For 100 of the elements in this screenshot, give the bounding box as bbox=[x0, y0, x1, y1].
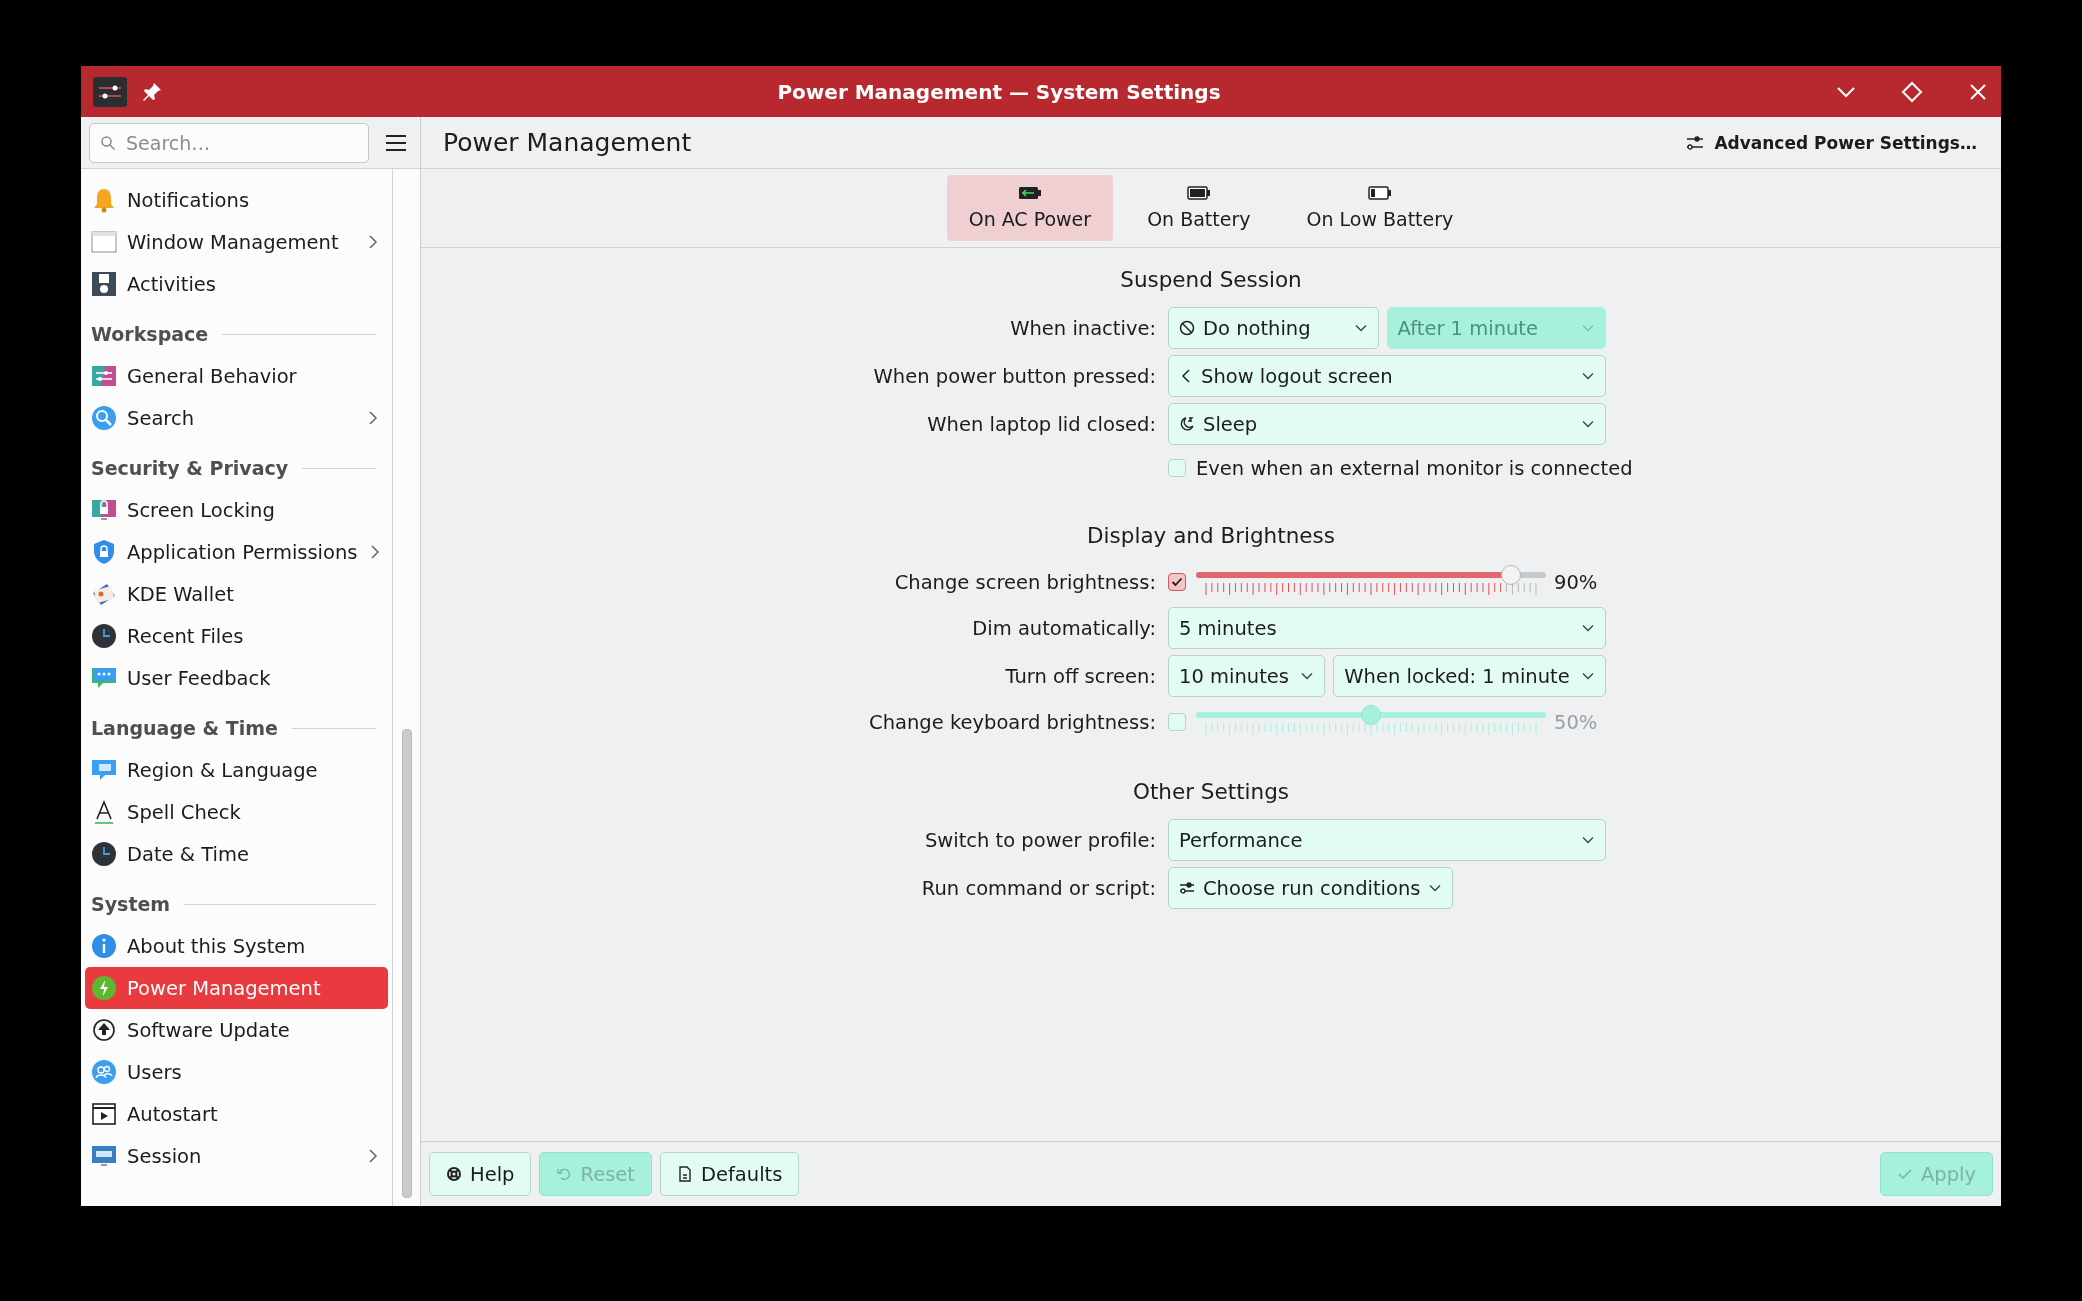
percent-reading: 90% bbox=[1554, 570, 1598, 594]
sidebar-item[interactable]: Screen Locking bbox=[85, 489, 388, 531]
speech-bubble-icon bbox=[91, 757, 117, 783]
sidebar-item[interactable]: KDE Wallet bbox=[85, 573, 388, 615]
moon-icon bbox=[1179, 416, 1195, 432]
dropdown[interactable]: 5 minutes bbox=[1168, 607, 1606, 649]
document-icon bbox=[676, 1166, 693, 1182]
checkbox[interactable] bbox=[1168, 713, 1186, 731]
sidebar-item[interactable]: Recent Files bbox=[85, 615, 388, 657]
sliders-icon bbox=[91, 363, 117, 389]
shield-lock-icon bbox=[91, 539, 117, 565]
checkbox[interactable] bbox=[1168, 459, 1186, 477]
upload-icon bbox=[91, 1017, 117, 1043]
undo-icon bbox=[556, 1166, 573, 1182]
search-icon bbox=[91, 405, 117, 431]
monitor-lock-icon bbox=[91, 497, 117, 523]
menu-icon[interactable] bbox=[385, 133, 407, 152]
field-label: Change keyboard brightness: bbox=[868, 710, 1156, 734]
section-title: Other Settings bbox=[1131, 778, 1291, 806]
advanced-settings-button[interactable]: Advanced Power Settings… bbox=[1682, 126, 1981, 159]
dropdown[interactable]: Show logout screen bbox=[1168, 355, 1606, 397]
footer-button[interactable]: Help bbox=[429, 1152, 532, 1196]
field-label: Change screen brightness: bbox=[893, 570, 1156, 594]
scrollbar[interactable] bbox=[401, 729, 412, 1198]
clock-icon bbox=[91, 623, 117, 649]
tab[interactable]: On Low Battery bbox=[1284, 175, 1476, 241]
section-heading: System bbox=[91, 893, 171, 915]
checkmark-icon bbox=[1896, 1166, 1913, 1182]
field-label: Turn off screen: bbox=[1004, 664, 1156, 688]
dropdown[interactable]: When locked: 1 minute bbox=[1333, 655, 1606, 697]
sidebar-item[interactable]: Date & Time bbox=[85, 833, 388, 875]
checkmark-icon bbox=[1171, 576, 1183, 588]
section-heading: Workspace bbox=[91, 323, 209, 345]
lifebuoy-icon bbox=[446, 1166, 462, 1182]
field-label: When power button pressed: bbox=[872, 364, 1156, 388]
dropdown[interactable]: Do nothing bbox=[1168, 307, 1379, 349]
sidebar-item[interactable]: Application Permissions bbox=[85, 531, 388, 573]
field-label: Run command or script: bbox=[920, 876, 1156, 900]
sidebar-item[interactable]: Search bbox=[85, 397, 388, 439]
sidebar-item[interactable]: Activities bbox=[85, 263, 388, 305]
dropdown[interactable]: Sleep bbox=[1168, 403, 1606, 445]
card-icon bbox=[91, 581, 117, 607]
sidebar-item[interactable]: Users bbox=[85, 1051, 388, 1093]
brightness-slider[interactable] bbox=[1196, 567, 1546, 597]
checkbox[interactable] bbox=[1168, 573, 1186, 591]
sidebar-item[interactable]: Session bbox=[85, 1135, 388, 1177]
sidebar-item[interactable]: Region & Language bbox=[85, 749, 388, 791]
sidebar-item[interactable]: About this System bbox=[85, 925, 388, 967]
section-heading: Security & Privacy bbox=[91, 457, 289, 479]
chevron-right-icon bbox=[366, 410, 380, 426]
maximize-icon[interactable] bbox=[1901, 80, 1923, 103]
menu-button[interactable]: Choose run conditions bbox=[1168, 867, 1454, 909]
window-icon bbox=[91, 229, 117, 255]
section-heading: Language & Time bbox=[91, 717, 278, 739]
sidebar-item[interactable]: Power Management bbox=[85, 967, 388, 1009]
footer-button[interactable]: Defaults bbox=[659, 1152, 800, 1196]
tab[interactable]: On Battery bbox=[1125, 175, 1273, 241]
sidebar-item[interactable]: Spell Check bbox=[85, 791, 388, 833]
field-label: When inactive: bbox=[1009, 316, 1156, 340]
field-label: When laptop lid closed: bbox=[926, 412, 1156, 436]
section-title: Display and Brightness bbox=[1086, 522, 1336, 550]
sidebar-item[interactable]: Notifications bbox=[85, 179, 388, 221]
percent-reading: 50% bbox=[1554, 710, 1598, 734]
checkbox-label: Even when an external monitor is connected bbox=[1196, 456, 1633, 480]
app-sliders-icon bbox=[93, 76, 127, 107]
charging-battery-icon bbox=[1017, 186, 1042, 200]
page-title: Power Management bbox=[443, 128, 693, 157]
speech-bubble-icon bbox=[91, 665, 117, 691]
sidebar-item[interactable]: Software Update bbox=[85, 1009, 388, 1051]
chevron-right-icon bbox=[366, 234, 380, 250]
sidebar-item[interactable]: Window Management bbox=[85, 221, 388, 263]
slider-handle[interactable] bbox=[1501, 565, 1521, 585]
low-battery-icon bbox=[1367, 186, 1392, 200]
slider-handle[interactable] bbox=[1361, 705, 1381, 725]
sidebar-item[interactable]: Autostart bbox=[85, 1093, 388, 1135]
chevron-right-icon bbox=[366, 1148, 380, 1164]
sliders-icon bbox=[1179, 880, 1195, 896]
users-icon bbox=[91, 1059, 117, 1085]
monitor-icon bbox=[91, 1143, 117, 1169]
window-title: Power Management — System Settings bbox=[776, 79, 1222, 104]
sidebar-item[interactable]: General Behavior bbox=[85, 355, 388, 397]
search-field[interactable]: Search… bbox=[89, 122, 369, 163]
dropdown[interactable]: 10 minutes bbox=[1168, 655, 1326, 697]
search-icon bbox=[100, 134, 116, 151]
lightning-icon bbox=[91, 975, 117, 1001]
tab[interactable]: On AC Power bbox=[946, 175, 1114, 241]
sliders-icon bbox=[1686, 133, 1705, 152]
brightness-slider[interactable] bbox=[1196, 707, 1546, 737]
play-icon bbox=[91, 1101, 117, 1127]
field-label: Switch to power profile: bbox=[923, 828, 1156, 852]
sidebar-item[interactable]: User Feedback bbox=[85, 657, 388, 699]
dropdown[interactable]: Performance bbox=[1168, 819, 1606, 861]
prohibited-icon bbox=[1179, 320, 1195, 336]
chevron-left-icon bbox=[1179, 368, 1193, 384]
pin-icon bbox=[141, 80, 163, 103]
field-label: Dim automatically: bbox=[971, 616, 1156, 640]
bell-icon bbox=[91, 187, 117, 213]
clock-icon bbox=[91, 841, 117, 867]
battery-icon bbox=[1186, 186, 1211, 200]
section-title: Suspend Session bbox=[1119, 266, 1303, 294]
